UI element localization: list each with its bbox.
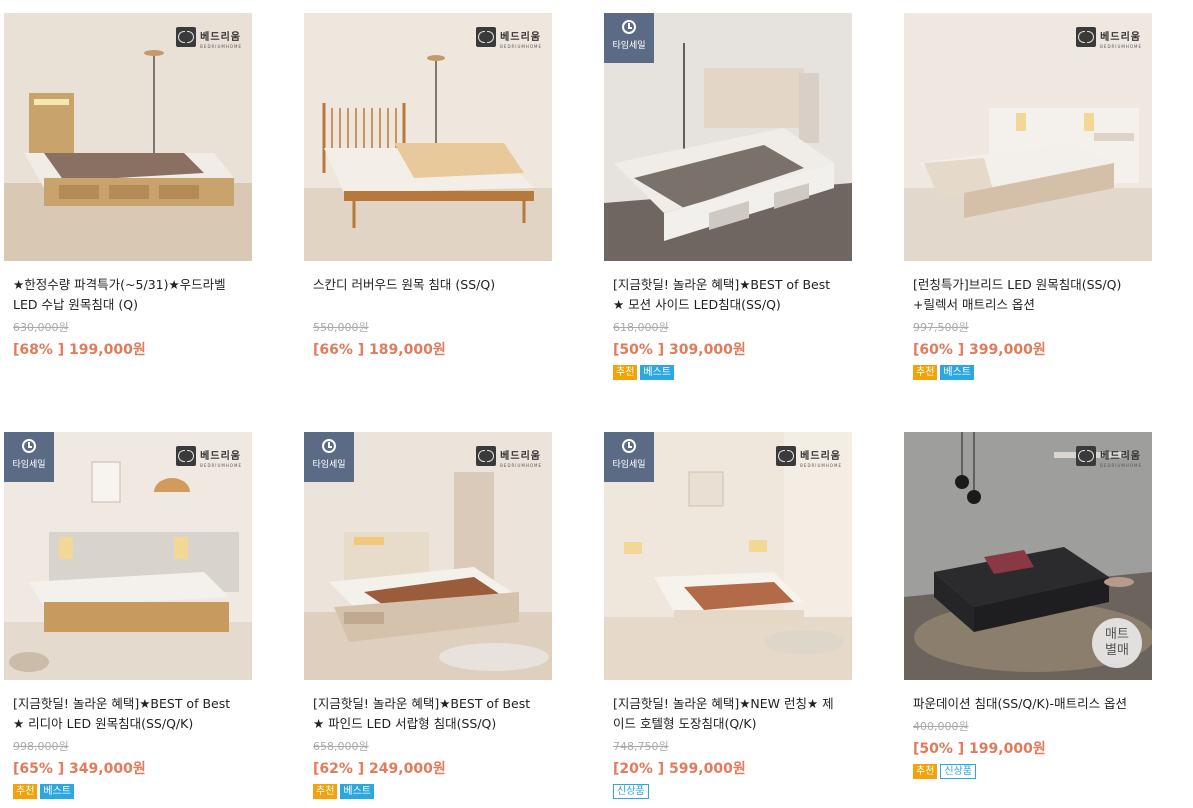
sale-price: [20% ] 599,000원 — [613, 761, 746, 777]
brand-logo-icon — [176, 27, 197, 47]
brand-name: 베드리움 — [500, 451, 541, 462]
badge-group: 추천 베스트 — [904, 365, 1152, 380]
timesale-label: 타임세일 — [312, 460, 346, 470]
brand-logo: 베드리움 BEDRIUMHOME — [476, 444, 542, 468]
product-image[interactable]: 베드리움 BEDRIUMHOME — [304, 13, 552, 261]
brand-name: 베드리움 — [200, 451, 241, 462]
badge-recommend: 추천 — [913, 764, 938, 779]
timesale-label: 타임세일 — [612, 460, 646, 470]
sale-price: [68% ] 199,000원 — [13, 342, 146, 358]
product-card-4[interactable]: 베드리움 BEDRIUMHOME [런칭특가]브리드 LED 원목침대(SS/Q)… — [904, 13, 1152, 380]
brand-sub: BEDRIUMHOME — [1100, 44, 1142, 49]
product-image[interactable]: 타임세일 베드리움 BEDRIUMHOME — [604, 432, 852, 680]
brand-name: 베드리움 — [200, 32, 241, 43]
product-card-1[interactable]: 베드리움 BEDRIUMHOME ★한정수량 파격특가(~5/31)★우드라벨 L… — [4, 13, 252, 359]
clock-icon — [22, 439, 36, 453]
brand-name: 베드리움 — [1100, 32, 1141, 43]
product-image[interactable]: 베드리움 BEDRIUMHOME — [4, 13, 252, 261]
product-title[interactable]: [지금핫딜! 놀라운 혜택]★BEST of Best ★ 모션 사이드 LED… — [604, 275, 852, 315]
brand-sub: BEDRIUMHOME — [1100, 463, 1142, 468]
brand-sub: BEDRIUMHOME — [200, 44, 242, 49]
brand-logo-icon — [1076, 446, 1097, 466]
product-card-5[interactable]: 타임세일 베드리움 BEDRIUMHOME [지금핫딜! 놀라운 혜택]★BEST… — [4, 432, 252, 799]
product-image[interactable]: 타임세일 — [604, 13, 852, 261]
timesale-badge: 타임세일 — [604, 432, 654, 482]
sale-price: [50% ] 309,000원 — [613, 342, 746, 358]
product-title[interactable]: [지금핫딜! 놀라운 혜택]★BEST of Best ★ 파인드 LED 서랍… — [304, 694, 552, 734]
badge-new: 신상품 — [613, 784, 649, 799]
sale-price: [66% ] 189,000원 — [313, 342, 446, 358]
product-image[interactable]: 타임세일 베드리움 BEDRIUMHOME — [4, 432, 252, 680]
brand-sub: BEDRIUMHOME — [800, 463, 842, 468]
sale-price: [60% ] 399,000원 — [913, 342, 1046, 358]
product-image[interactable]: 베드리움 BEDRIUMHOME — [904, 13, 1152, 261]
mattress-separate-line-1: 매트 — [1105, 627, 1129, 642]
badge-best: 베스트 — [940, 365, 975, 380]
product-card-6[interactable]: 타임세일 베드리움 BEDRIUMHOME [지금핫딜! 놀라운 혜택]★BEST… — [304, 432, 552, 799]
product-title[interactable]: ★한정수량 파격특가(~5/31)★우드라벨 LED 수납 원목침대 (Q) — [4, 275, 252, 315]
brand-name: 베드리움 — [1100, 451, 1141, 462]
product-title[interactable]: [지금핫딜! 놀라운 혜택]★NEW 런칭★ 제이드 호텔형 도장침대(Q/K) — [604, 694, 852, 734]
badge-group: 추천 베스트 — [4, 784, 252, 799]
timesale-badge: 타임세일 — [4, 432, 54, 482]
product-title[interactable]: [런칭특가]브리드 LED 원목침대(SS/Q) +릴렉서 매트리스 옵션 — [904, 275, 1152, 315]
badge-best: 베스트 — [340, 784, 375, 799]
product-title[interactable]: 스칸디 러버우드 원목 침대 (SS/Q) — [304, 275, 552, 315]
badge-recommend: 추천 — [313, 784, 338, 799]
timesale-badge: 타임세일 — [304, 432, 354, 482]
product-card-3[interactable]: 타임세일 [지금핫딜! 놀라운 혜택]★BEST of Best ★ 모션 사이… — [604, 13, 852, 380]
brand-name: 베드리움 — [500, 32, 541, 43]
product-title[interactable]: [지금핫딜! 놀라운 혜택]★BEST of Best ★ 리디아 LED 원목… — [4, 694, 252, 734]
original-price: 748,750원 — [613, 740, 669, 753]
brand-logo: 베드리움 BEDRIUMHOME — [1076, 25, 1142, 49]
original-price: 630,000원 — [13, 321, 69, 334]
brand-name: 베드리움 — [800, 451, 841, 462]
badge-group: 추천 신상품 — [904, 764, 1152, 779]
badge-group: 추천 베스트 — [304, 784, 552, 799]
mattress-separate-line-2: 별매 — [1105, 643, 1129, 658]
original-price: 550,000원 — [313, 321, 369, 334]
brand-sub: BEDRIUMHOME — [500, 44, 542, 49]
timesale-label: 타임세일 — [12, 460, 46, 470]
badge-best: 베스트 — [40, 784, 75, 799]
mattress-separate-badge: 매트 별매 — [1092, 618, 1142, 668]
product-card-7[interactable]: 타임세일 베드리움 BEDRIUMHOME [지금핫딜! 놀라운 혜택]★NEW … — [604, 432, 852, 799]
brand-logo: 베드리움 BEDRIUMHOME — [176, 444, 242, 468]
brand-logo-icon — [1076, 27, 1097, 47]
brand-logo: 베드리움 BEDRIUMHOME — [1076, 444, 1142, 468]
original-price: 997,500원 — [913, 321, 969, 334]
badge-group: 추천 베스트 — [604, 365, 852, 380]
brand-sub: BEDRIUMHOME — [200, 463, 242, 468]
product-card-2[interactable]: 베드리움 BEDRIUMHOME 스칸디 러버우드 원목 침대 (SS/Q) 55… — [304, 13, 552, 359]
badge-new: 신상품 — [940, 764, 977, 779]
brand-logo: 베드리움 BEDRIUMHOME — [476, 25, 542, 49]
brand-logo: 베드리움 BEDRIUMHOME — [176, 25, 242, 49]
product-image[interactable]: 타임세일 베드리움 BEDRIUMHOME — [304, 432, 552, 680]
original-price: 618,000원 — [613, 321, 669, 334]
brand-logo-icon — [776, 446, 797, 466]
badge-recommend: 추천 — [13, 784, 38, 799]
brand-logo-icon — [176, 446, 197, 466]
original-price: 998,000원 — [13, 740, 69, 753]
badge-recommend: 추천 — [613, 365, 638, 380]
product-image[interactable]: 베드리움 BEDRIUMHOME 매트 별매 — [904, 432, 1152, 680]
brand-logo-icon — [476, 27, 497, 47]
badge-group: 신상품 — [604, 784, 852, 799]
badge-recommend: 추천 — [913, 365, 938, 380]
brand-logo: 베드리움 BEDRIUMHOME — [776, 444, 842, 468]
timesale-label: 타임세일 — [612, 41, 646, 51]
product-card-8[interactable]: 베드리움 BEDRIUMHOME 매트 별매 파운데이션 침대(SS/Q/K)-매… — [904, 432, 1152, 779]
original-price: 658,000원 — [313, 740, 369, 753]
sale-price: [62% ] 249,000원 — [313, 761, 446, 777]
brand-sub: BEDRIUMHOME — [500, 463, 542, 468]
sale-price: [50% ] 199,000원 — [913, 741, 1046, 757]
clock-icon — [622, 439, 636, 453]
clock-icon — [622, 20, 636, 34]
badge-best: 베스트 — [640, 365, 675, 380]
clock-icon — [322, 439, 336, 453]
sale-price: [65% ] 349,000원 — [13, 761, 146, 777]
original-price: 400,000원 — [913, 720, 969, 733]
brand-logo-icon — [476, 446, 497, 466]
timesale-badge: 타임세일 — [604, 13, 654, 63]
